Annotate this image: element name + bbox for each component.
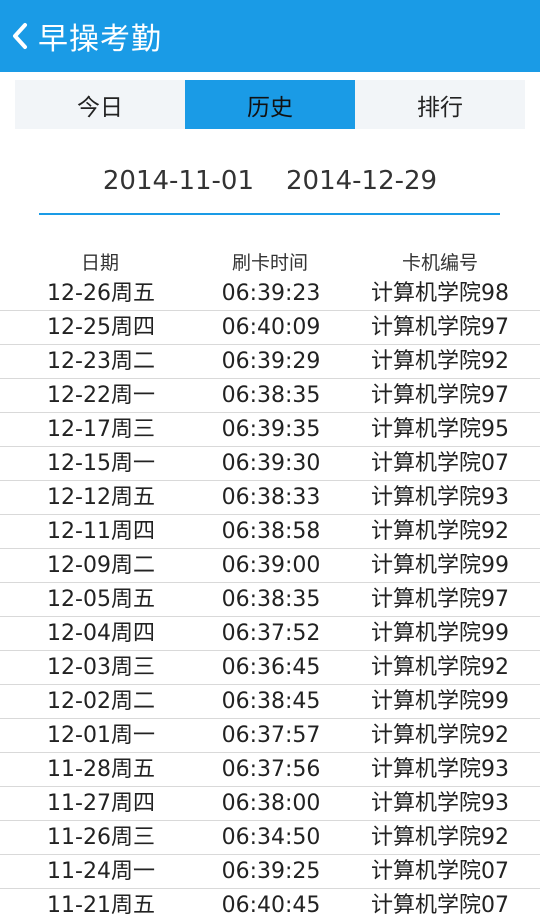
page-title: 早操考勤 [38, 22, 162, 57]
cell-date: 12-12周五 [47, 485, 155, 510]
cell-date: 11-26周三 [47, 825, 155, 850]
cell-card-machine: 计算机学院07 [371, 859, 509, 884]
cell-swipe-time: 06:39:29 [221, 349, 321, 374]
app-header: 早操考勤 [0, 0, 540, 72]
cell-card-machine: 计算机学院97 [371, 315, 509, 340]
cell-card-machine: 计算机学院07 [371, 893, 509, 918]
cell-date: 12-11周四 [47, 519, 155, 544]
cell-swipe-time: 06:34:50 [221, 825, 321, 850]
date-range: 2014-11-01 2014-12-29 [0, 165, 540, 197]
table-row: 12-01周一 06:37:57 计算机学院92 [0, 719, 540, 753]
tab-bar: 今日 历史 排行 [15, 80, 525, 129]
column-header-card-machine: 卡机编号 [401, 252, 478, 274]
cell-card-machine: 计算机学院92 [371, 519, 509, 544]
cell-date: 12-26周五 [47, 281, 155, 306]
cell-swipe-time: 06:37:56 [221, 757, 321, 782]
cell-date: 11-21周五 [47, 893, 155, 918]
cell-card-machine: 计算机学院92 [371, 825, 509, 850]
cell-card-machine: 计算机学院95 [371, 417, 509, 442]
cell-swipe-time: 06:40:09 [221, 315, 321, 340]
table-row: 12-05周五 06:38:35 计算机学院97 [0, 583, 540, 617]
cell-card-machine: 计算机学院92 [371, 723, 509, 748]
table-header: 日期 刷卡时间 卡机编号 [0, 249, 540, 277]
cell-swipe-time: 06:38:35 [221, 383, 321, 408]
cell-card-machine: 计算机学院93 [371, 485, 509, 510]
table-row: 12-23周二 06:39:29 计算机学院92 [0, 345, 540, 379]
cell-swipe-time: 06:38:33 [221, 485, 321, 510]
cell-date: 12-23周二 [47, 349, 155, 374]
cell-date: 11-27周四 [47, 791, 155, 816]
cell-swipe-time: 06:39:00 [221, 553, 321, 578]
cell-card-machine: 计算机学院99 [371, 689, 509, 714]
table-row: 11-27周四 06:38:00 计算机学院93 [0, 787, 540, 821]
cell-swipe-time: 06:38:00 [221, 791, 321, 816]
table-row: 12-03周三 06:36:45 计算机学院92 [0, 651, 540, 685]
table-row: 11-21周五 06:40:45 计算机学院07 [0, 889, 540, 922]
attendance-list[interactable]: 12-26周五 06:39:23 计算机学院98 12-25周四 06:40:09 计算机… [0, 277, 540, 922]
chevron-left-icon [8, 20, 32, 52]
table-row: 11-26周三 06:34:50 计算机学院92 [0, 821, 540, 855]
cell-date: 12-22周一 [47, 383, 155, 408]
cell-swipe-time: 06:36:45 [221, 655, 321, 680]
table-row: 12-09周二 06:39:00 计算机学院99 [0, 549, 540, 583]
cell-swipe-time: 06:38:45 [221, 689, 321, 714]
cell-date: 12-15周一 [47, 451, 155, 476]
app-root: 早操考勤 今日 历史 排行 2014-11-01 2014-12-29 日期 刷… [0, 0, 540, 922]
cell-swipe-time: 06:38:58 [221, 519, 321, 544]
tab-history[interactable]: 历史 [185, 80, 355, 129]
table-row: 12-15周一 06:39:30 计算机学院07 [0, 447, 540, 481]
cell-card-machine: 计算机学院92 [371, 349, 509, 374]
cell-card-machine: 计算机学院07 [371, 451, 509, 476]
cell-card-machine: 计算机学院98 [371, 281, 509, 306]
back-button[interactable]: 早操考勤 [8, 0, 162, 72]
cell-card-machine: 计算机学院97 [371, 587, 509, 612]
cell-card-machine: 计算机学院93 [371, 791, 509, 816]
cell-date: 12-17周三 [47, 417, 155, 442]
end-date-picker[interactable]: 2014-12-29 [286, 165, 437, 197]
cell-date: 12-03周三 [47, 655, 155, 680]
tab-ranking[interactable]: 排行 [355, 80, 525, 129]
cell-card-machine: 计算机学院93 [371, 757, 509, 782]
table-row: 12-25周四 06:40:09 计算机学院97 [0, 311, 540, 345]
table-row: 12-11周四 06:38:58 计算机学院92 [0, 515, 540, 549]
column-header-swipe-time: 刷卡时间 [231, 252, 308, 274]
table-row: 12-17周三 06:39:35 计算机学院95 [0, 413, 540, 447]
start-date-picker[interactable]: 2014-11-01 [103, 165, 254, 197]
cell-date: 11-28周五 [47, 757, 155, 782]
table-row: 12-04周四 06:37:52 计算机学院99 [0, 617, 540, 651]
column-header-date: 日期 [80, 252, 119, 274]
cell-card-machine: 计算机学院99 [371, 621, 509, 646]
table-row: 12-26周五 06:39:23 计算机学院98 [0, 277, 540, 311]
date-range-underline [39, 213, 500, 215]
tab-today[interactable]: 今日 [15, 80, 185, 129]
cell-date: 12-05周五 [47, 587, 155, 612]
cell-swipe-time: 06:39:35 [221, 417, 321, 442]
cell-swipe-time: 06:39:30 [221, 451, 321, 476]
table-row: 12-22周一 06:38:35 计算机学院97 [0, 379, 540, 413]
cell-swipe-time: 06:40:45 [221, 893, 321, 918]
table-row: 11-28周五 06:37:56 计算机学院93 [0, 753, 540, 787]
cell-swipe-time: 06:38:35 [221, 587, 321, 612]
cell-card-machine: 计算机学院92 [371, 655, 509, 680]
cell-swipe-time: 06:37:52 [221, 621, 321, 646]
cell-date: 12-25周四 [47, 315, 155, 340]
cell-date: 12-01周一 [47, 723, 155, 748]
cell-swipe-time: 06:39:25 [221, 859, 321, 884]
cell-swipe-time: 06:39:23 [221, 281, 321, 306]
cell-date: 12-04周四 [47, 621, 155, 646]
cell-swipe-time: 06:37:57 [221, 723, 321, 748]
table-row: 12-02周二 06:38:45 计算机学院99 [0, 685, 540, 719]
cell-card-machine: 计算机学院99 [371, 553, 509, 578]
cell-date: 12-09周二 [47, 553, 155, 578]
table-row: 11-24周一 06:39:25 计算机学院07 [0, 855, 540, 889]
cell-date: 12-02周二 [47, 689, 155, 714]
table-row: 12-12周五 06:38:33 计算机学院93 [0, 481, 540, 515]
cell-card-machine: 计算机学院97 [371, 383, 509, 408]
cell-date: 11-24周一 [47, 859, 155, 884]
